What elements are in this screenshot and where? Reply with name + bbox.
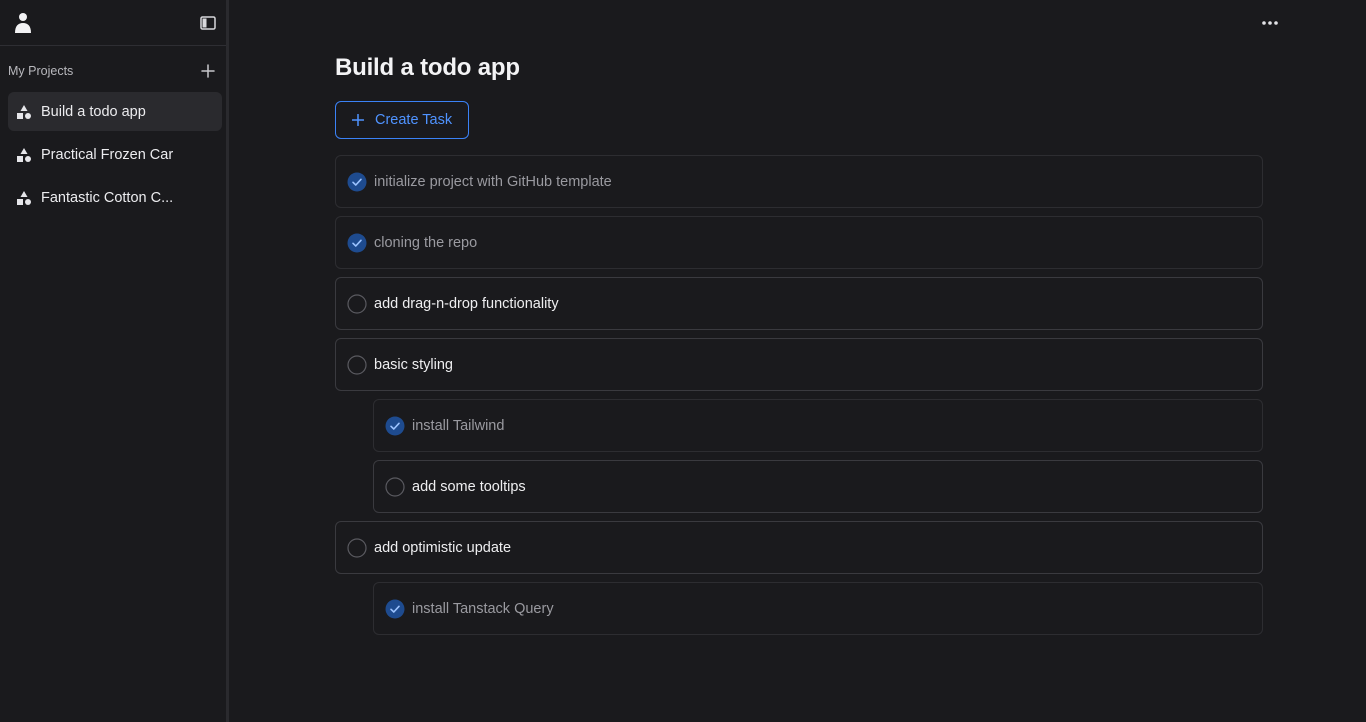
sidebar-item-practical-frozen-car[interactable]: Practical Frozen Car (8, 135, 222, 174)
main-content: Build a todo app Create Task initialize … (232, 0, 1366, 722)
task-label: add optimistic update (374, 539, 512, 556)
project-shapes-icon (17, 104, 31, 119)
sidebar-toggle-icon[interactable] (200, 15, 216, 31)
check-circle-icon[interactable] (347, 172, 367, 192)
task-label: install Tailwind (412, 417, 505, 434)
task-item[interactable]: install Tanstack Query (373, 582, 1263, 635)
sidebar: My Projects Build a todo app Practical F… (0, 0, 229, 722)
task-label: install Tanstack Query (412, 600, 554, 617)
empty-circle-icon[interactable] (347, 537, 367, 558)
avatar-icon[interactable] (14, 12, 32, 34)
add-project-button[interactable] (200, 63, 216, 79)
project-shapes-icon (17, 147, 31, 162)
app-root: My Projects Build a todo app Practical F… (0, 0, 1366, 722)
empty-circle-icon[interactable] (347, 354, 367, 375)
sidebar-item-build-a-todo-app[interactable]: Build a todo app (8, 92, 222, 131)
create-task-label: Create Task (375, 112, 453, 128)
task-label: basic styling (374, 356, 453, 373)
create-task-button[interactable]: Create Task (335, 101, 469, 139)
project-list: Build a todo app Practical Frozen Car Fa… (0, 92, 226, 217)
empty-circle-icon[interactable] (385, 476, 405, 497)
task-label: initialize project with GitHub template (374, 173, 612, 190)
task-label: add drag-n-drop functionality (374, 295, 559, 312)
project-label: Practical Frozen Car (41, 146, 174, 163)
project-label: Build a todo app (41, 103, 146, 120)
task-item[interactable]: cloning the repo (335, 216, 1263, 269)
check-circle-icon[interactable] (385, 416, 405, 436)
task-item[interactable]: add optimistic update (335, 521, 1263, 574)
page-title: Build a todo app (335, 54, 520, 81)
task-label: add some tooltips (412, 478, 526, 495)
projects-header: My Projects (0, 46, 226, 92)
sidebar-header (0, 0, 226, 46)
task-item[interactable]: add drag-n-drop functionality (335, 277, 1263, 330)
check-circle-icon[interactable] (385, 599, 405, 619)
check-circle-icon[interactable] (347, 233, 367, 253)
project-label: Fantastic Cotton C... (41, 189, 174, 206)
task-item[interactable]: initialize project with GitHub template (335, 155, 1263, 208)
empty-circle-icon[interactable] (347, 293, 367, 314)
plus-icon (352, 114, 364, 126)
more-horizontal-icon[interactable] (1259, 14, 1281, 32)
task-label: cloning the repo (374, 234, 478, 251)
projects-section-title: My Projects (8, 64, 74, 78)
task-item[interactable]: basic styling (335, 338, 1263, 391)
project-shapes-icon (17, 190, 31, 205)
task-item[interactable]: add some tooltips (373, 460, 1263, 513)
sidebar-item-fantastic-cotton[interactable]: Fantastic Cotton C... (8, 178, 222, 217)
task-item[interactable]: install Tailwind (373, 399, 1263, 452)
